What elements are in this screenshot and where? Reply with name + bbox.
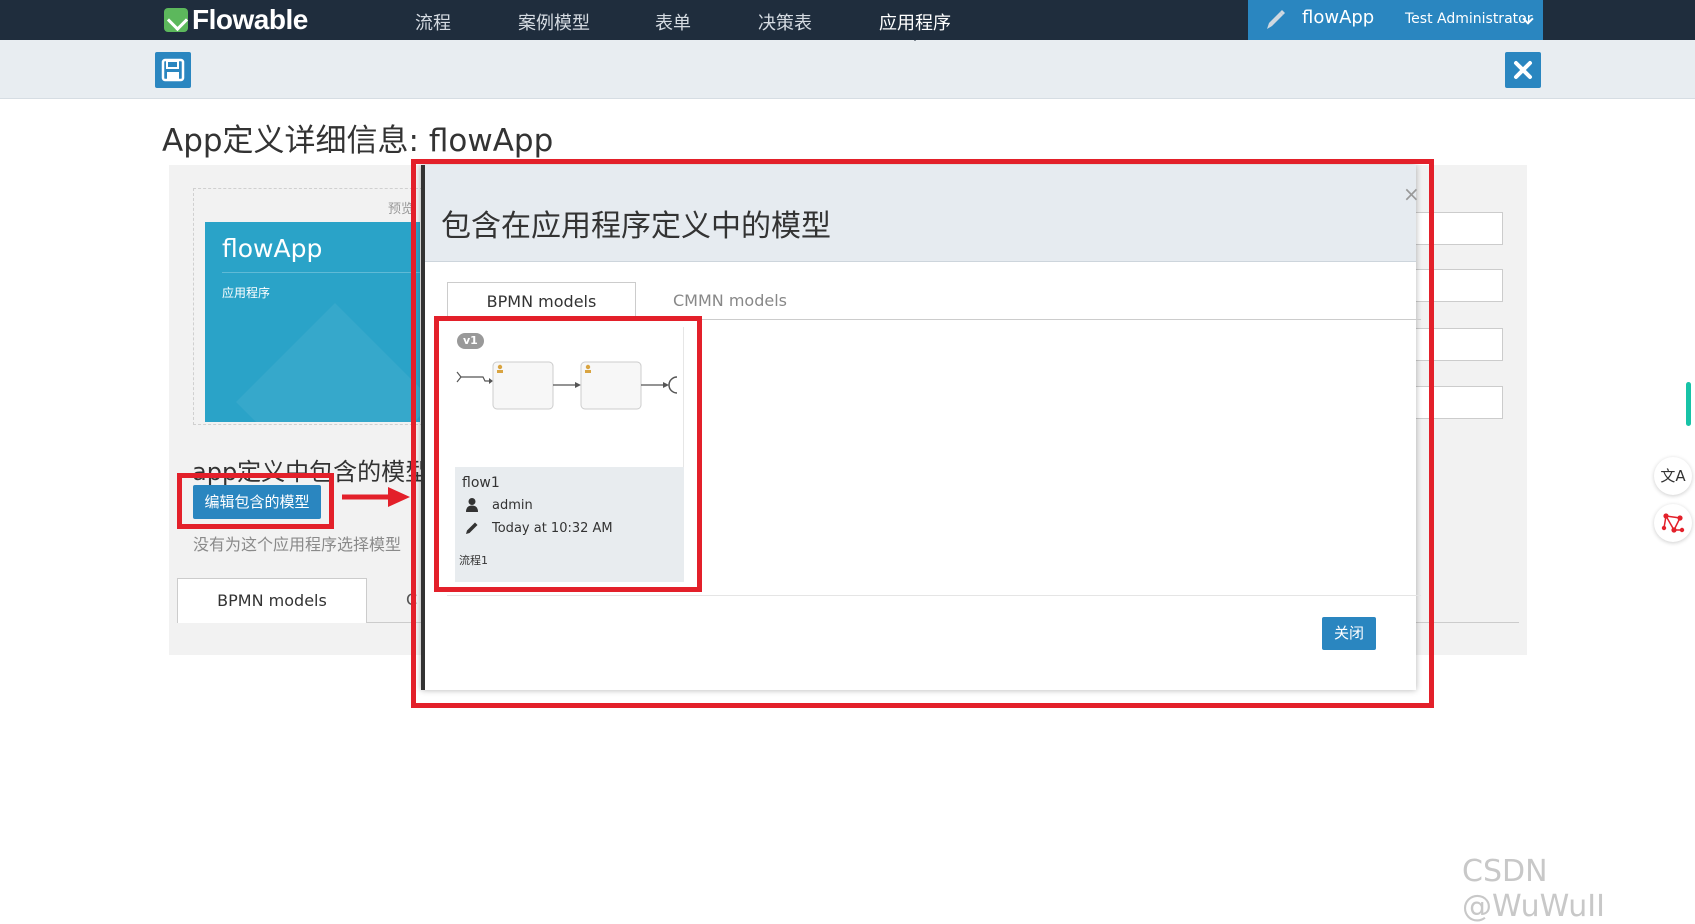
page-title: App定义详细信息: flowApp [162, 123, 554, 159]
current-app-name[interactable]: flowApp [1302, 7, 1374, 28]
toolbar [0, 40, 1695, 99]
close-icon [1514, 61, 1532, 79]
pencil-icon [1267, 10, 1285, 29]
app-preview-tile: flowApp 应用程序 [205, 222, 420, 422]
side-scroll-indicator[interactable] [1686, 382, 1691, 426]
graph-glyph [1661, 513, 1685, 533]
close-button[interactable] [1505, 52, 1541, 88]
save-button[interactable] [155, 52, 191, 88]
user-menu[interactable]: Test Administrator [1405, 11, 1532, 27]
tile-app-type: 应用程序 [222, 286, 271, 300]
top-nav: Flowable 流程 案例模型 表单 决策表 应用程序 flowApp Tes… [0, 0, 1695, 40]
annotation-arrow [342, 487, 410, 507]
nav-item-case-models[interactable]: 案例模型 [518, 9, 590, 35]
tile-app-name: flowApp [222, 234, 323, 263]
logo-icon [164, 8, 188, 32]
translate-icon[interactable]: 文A [1654, 457, 1692, 495]
annotation-box-model-card [434, 316, 702, 592]
save-icon [161, 58, 185, 82]
network-graph-icon[interactable] [1654, 504, 1692, 542]
active-nav-caret [908, 34, 922, 41]
brand-name: Flowable [192, 4, 308, 35]
nav-item-apps[interactable]: 应用程序 [879, 9, 951, 35]
nav-item-processes[interactable]: 流程 [415, 9, 451, 35]
nav-item-forms[interactable]: 表单 [655, 9, 691, 35]
no-models-text: 没有为这个应用程序选择模型 [193, 535, 402, 554]
nav-item-decision-tables[interactable]: 决策表 [758, 9, 812, 35]
annotation-box-edit-button [177, 473, 334, 529]
tile-divider [222, 272, 420, 273]
tab-bpmn-models-bg[interactable]: BPMN models [177, 578, 367, 623]
watermark: CSDN @WuWuII [1462, 854, 1605, 924]
flowable-logo[interactable]: Flowable [164, 4, 308, 36]
